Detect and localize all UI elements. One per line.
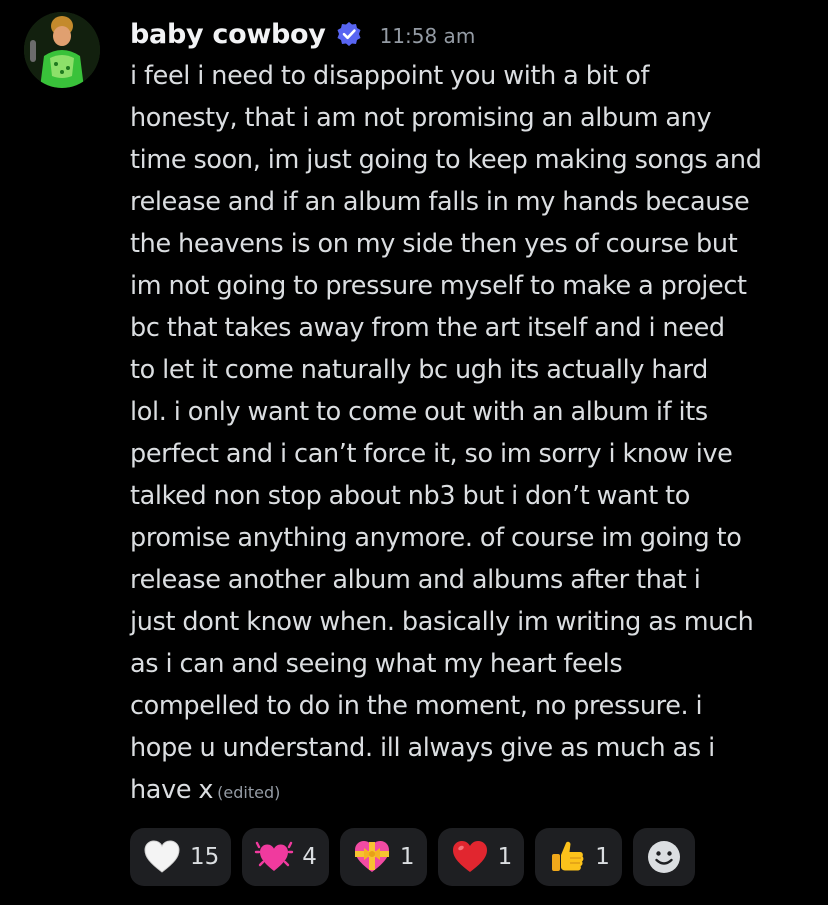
reaction-count: 1 bbox=[399, 844, 415, 870]
reaction-count: 1 bbox=[595, 844, 610, 870]
message-line: i feel i need to disappoint you with a b… bbox=[130, 61, 650, 91]
message-line: promise anything anymore. of course im g… bbox=[130, 523, 742, 553]
reaction-white-heart[interactable]: 15 bbox=[130, 828, 232, 886]
message-line: release and if an album falls in my hand… bbox=[130, 187, 750, 217]
reaction-heart-with-ribbon[interactable]: 1 bbox=[339, 828, 427, 886]
message-line: release another album and albums after t… bbox=[130, 565, 701, 595]
message-line: the heavens is on my side then yes of co… bbox=[130, 229, 738, 259]
heart-with-sparkles-icon bbox=[254, 837, 294, 877]
message-line: hope u understand. ill always give as mu… bbox=[130, 733, 715, 763]
reaction-count: 15 bbox=[190, 844, 220, 870]
message-line: compelled to do in the moment, no pressu… bbox=[130, 691, 703, 721]
heart-with-ribbon-icon bbox=[352, 837, 392, 877]
message-line: have x bbox=[130, 775, 214, 805]
reaction-red-heart[interactable]: 1 bbox=[437, 828, 525, 886]
reaction-heart-with-sparkles[interactable]: 4 bbox=[242, 828, 329, 886]
chat-message: baby cowboy 11:58 am i feel i need to di… bbox=[0, 0, 828, 905]
add-reaction-button[interactable] bbox=[632, 828, 695, 886]
message-line: as i can and seeing what my heart feels bbox=[130, 649, 623, 679]
reactions-bar: 15 4 1 1 1 bbox=[130, 828, 695, 886]
message-line: honesty, that i am not promising an albu… bbox=[130, 103, 712, 133]
message-header: baby cowboy 11:58 am bbox=[130, 16, 475, 52]
avatar[interactable] bbox=[24, 12, 100, 88]
timestamp: 11:58 am bbox=[379, 24, 476, 48]
message-line: im not going to pressure myself to make … bbox=[130, 271, 747, 301]
verified-check-icon bbox=[336, 21, 362, 47]
message-line: to let it come naturally bc ugh its actu… bbox=[130, 355, 709, 385]
add-reaction-smiley-icon bbox=[644, 837, 684, 877]
username[interactable]: baby cowboy bbox=[130, 19, 326, 50]
message-line: time soon, im just going to keep making … bbox=[130, 145, 762, 175]
message-content: i feel i need to disappoint you with a b… bbox=[130, 55, 820, 814]
reaction-thumbs-up[interactable]: 1 bbox=[535, 828, 622, 886]
white-heart-icon bbox=[142, 837, 182, 877]
thumbs-up-icon bbox=[547, 837, 587, 877]
message-line: perfect and i can’t force it, so im sorr… bbox=[130, 439, 733, 469]
red-heart-icon bbox=[450, 837, 490, 877]
message-line: lol. i only want to come out with an alb… bbox=[130, 397, 708, 427]
edited-label: (edited) bbox=[217, 783, 281, 802]
message-line: bc that takes away from the art itself a… bbox=[130, 313, 725, 343]
message-line: just dont know when. basically im writin… bbox=[130, 607, 754, 637]
message-last-line: have x (edited) bbox=[130, 769, 820, 814]
message-line: talked non stop about nb3 but i don’t wa… bbox=[130, 481, 691, 511]
reaction-count: 4 bbox=[302, 844, 317, 870]
reaction-count: 1 bbox=[497, 844, 513, 870]
